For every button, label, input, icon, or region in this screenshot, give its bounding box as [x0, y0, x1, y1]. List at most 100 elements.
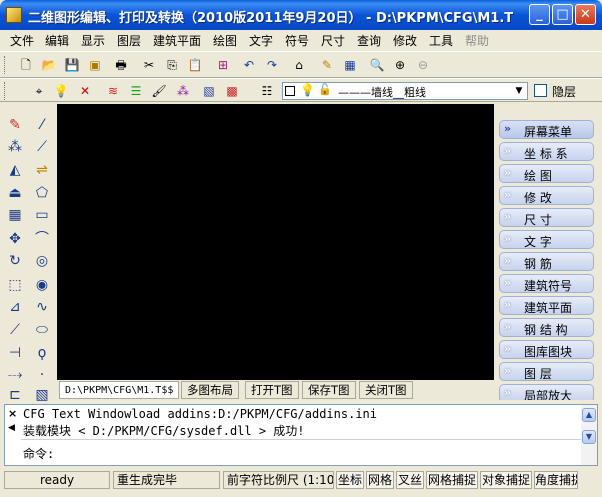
cut-icon[interactable]: ✂	[140, 56, 158, 74]
copy-objects-icon[interactable]: ⁂	[4, 136, 26, 158]
trim-icon[interactable]: ⊣	[4, 342, 26, 364]
tab-save-t[interactable]: 保存T图	[302, 381, 356, 399]
save-all-icon[interactable]: ▣	[86, 56, 104, 74]
menu-view[interactable]: 显示	[81, 32, 105, 49]
donut-icon[interactable]: ◉	[31, 274, 53, 296]
light-bulb-icon[interactable]: 💡	[52, 82, 70, 100]
chevron-down-icon[interactable]: ▼	[511, 83, 527, 99]
print-icon[interactable]: 🖶	[112, 56, 130, 74]
layer-stack-icon[interactable]: ≋	[104, 82, 122, 100]
redo-icon[interactable]: ↷	[263, 56, 281, 74]
pick-icon[interactable]: ✎	[318, 56, 336, 74]
polyline-icon[interactable]: ⟋	[31, 136, 53, 158]
brush-icon[interactable]: 🖌	[150, 82, 168, 100]
menu-help[interactable]: 帮助	[465, 32, 489, 49]
screen-menu-header[interactable]: » 屏幕菜单	[499, 120, 594, 139]
menu-file[interactable]: 文件	[10, 32, 34, 49]
screen-menu-zoom-detail[interactable]: » 局部放大	[499, 384, 594, 400]
extend-icon[interactable]: ⤏	[4, 364, 26, 386]
screen-menu-block-library[interactable]: » 图库图块	[499, 340, 594, 359]
hatch-icon[interactable]: ▧	[200, 82, 218, 100]
tab-multi-layout[interactable]: 多图布局	[181, 381, 239, 399]
zoom-out-icon[interactable]: ⊖	[414, 56, 432, 74]
match-properties-icon[interactable]: ⊞	[214, 56, 232, 74]
mirror-icon[interactable]: ◭	[4, 159, 26, 181]
zoom-in-icon[interactable]: ⊕	[391, 56, 409, 74]
triangle-left-icon[interactable]: ◀	[8, 423, 15, 433]
lengthen-icon[interactable]: ⟋	[4, 319, 26, 341]
rotate-icon[interactable]: ↻	[4, 250, 26, 272]
revcloud-icon[interactable]: ϙ	[31, 342, 53, 364]
copy-icon[interactable]: ⎘	[163, 56, 181, 74]
layers-icon[interactable]: ☷	[258, 82, 276, 100]
menu-dimension[interactable]: 尺寸	[321, 32, 345, 49]
screen-menu-coordinate[interactable]: » 坐 标 系	[499, 142, 594, 161]
screen-menu-text[interactable]: » 文 字	[499, 230, 594, 249]
undo-icon[interactable]: ↶	[240, 56, 258, 74]
layer-off-icon[interactable]: ▩	[223, 82, 241, 100]
screen-menu-layer[interactable]: » 图 层	[499, 362, 594, 381]
snap-settings-icon[interactable]: ⌖	[30, 82, 48, 100]
tab-current-drawing[interactable]: D:\PKPM\CFG\M1.T$$	[59, 381, 180, 399]
close-button[interactable]: ✕	[575, 4, 596, 25]
stretch-icon[interactable]: ⊿	[4, 296, 26, 318]
screen-menu-modify[interactable]: » 修 改	[499, 186, 594, 205]
line-icon[interactable]: ⁄	[31, 114, 53, 136]
minimize-button[interactable]: _	[529, 4, 550, 25]
toggle-grid-snap[interactable]: 网格捕捉	[426, 471, 478, 489]
zoom-window-icon[interactable]: ▦	[341, 56, 359, 74]
block-icon[interactable]: ⌂	[290, 56, 308, 74]
rectangle-icon[interactable]: ▭	[31, 204, 53, 226]
scroll-down-icon[interactable]: ▼	[582, 430, 596, 444]
break-icon[interactable]: ⊏	[4, 384, 26, 406]
menu-layer[interactable]: 图层	[117, 32, 141, 49]
screen-menu-dimension[interactable]: » 尺 寸	[499, 208, 594, 227]
command-scrollbar[interactable]: ▲ ▼	[581, 405, 597, 465]
layer-color-icon[interactable]: ☰	[127, 82, 145, 100]
new-file-icon[interactable]: 🗋	[17, 56, 35, 74]
screen-menu-steel[interactable]: » 钢 结 构	[499, 318, 594, 337]
paste-icon[interactable]: 📋	[186, 56, 204, 74]
toggle-crosshair[interactable]: 叉丝	[396, 471, 424, 489]
drawing-canvas[interactable]	[57, 104, 494, 380]
maximize-button[interactable]: □	[552, 4, 573, 25]
tab-close-t[interactable]: 关闭T图	[359, 381, 413, 399]
menu-edit[interactable]: 编辑	[45, 32, 69, 49]
open-folder-icon[interactable]: 📂	[40, 56, 58, 74]
toolbar-grip[interactable]	[4, 82, 7, 100]
command-window[interactable]: × ◀ CFG Text Windowload addins:D:/PKPM/C…	[4, 404, 598, 466]
menu-draw[interactable]: 绘图	[213, 32, 237, 49]
menu-query[interactable]: 查询	[357, 32, 381, 49]
tab-open-t[interactable]: 打开T图	[245, 381, 299, 399]
save-icon[interactable]: 💾	[63, 56, 81, 74]
multiline-icon[interactable]: ⇌	[31, 159, 53, 181]
move-icon[interactable]: ✥	[4, 228, 26, 250]
point-icon[interactable]: ·	[31, 364, 53, 386]
toolbar-grip[interactable]	[4, 56, 7, 74]
screen-menu-arch-plan[interactable]: » 建筑平面	[499, 296, 594, 315]
arc-icon[interactable]: ⌒	[31, 228, 53, 250]
menu-text[interactable]: 文字	[249, 32, 273, 49]
offset-icon[interactable]: ⏏	[4, 182, 26, 204]
menu-modify[interactable]: 修改	[393, 32, 417, 49]
ellipse-icon[interactable]: ⬭	[31, 319, 53, 341]
toggle-object-snap[interactable]: 对象捕捉	[480, 471, 532, 489]
delete-x-icon[interactable]: ✕	[76, 82, 94, 100]
pattern-icon[interactable]: ⁂	[174, 82, 192, 100]
layer-dropdown[interactable]: 💡 🔓 ———墙线__粗线 ▼	[282, 82, 528, 100]
screen-menu-arch-symbol[interactable]: » 建筑符号	[499, 274, 594, 293]
spline-icon[interactable]: ∿	[31, 296, 53, 318]
array-icon[interactable]: ▦	[4, 204, 26, 226]
close-icon[interactable]: ×	[8, 407, 17, 420]
zoom-icon[interactable]: 🔍	[368, 56, 386, 74]
menu-arch-plan[interactable]: 建筑平面	[153, 32, 201, 49]
toggle-coordinate[interactable]: 坐标	[336, 471, 364, 489]
command-prompt[interactable]: 命令:	[23, 445, 54, 462]
toggle-angle-snap[interactable]: 角度捕捉	[534, 471, 578, 489]
circle-icon[interactable]: ◎	[31, 250, 53, 272]
scroll-up-icon[interactable]: ▲	[582, 408, 596, 422]
hatch-icon[interactable]: ▧	[31, 384, 53, 406]
polygon-icon[interactable]: ⬠	[31, 182, 53, 204]
menu-tools[interactable]: 工具	[429, 32, 453, 49]
screen-menu-rebar[interactable]: » 钢 筋	[499, 252, 594, 271]
